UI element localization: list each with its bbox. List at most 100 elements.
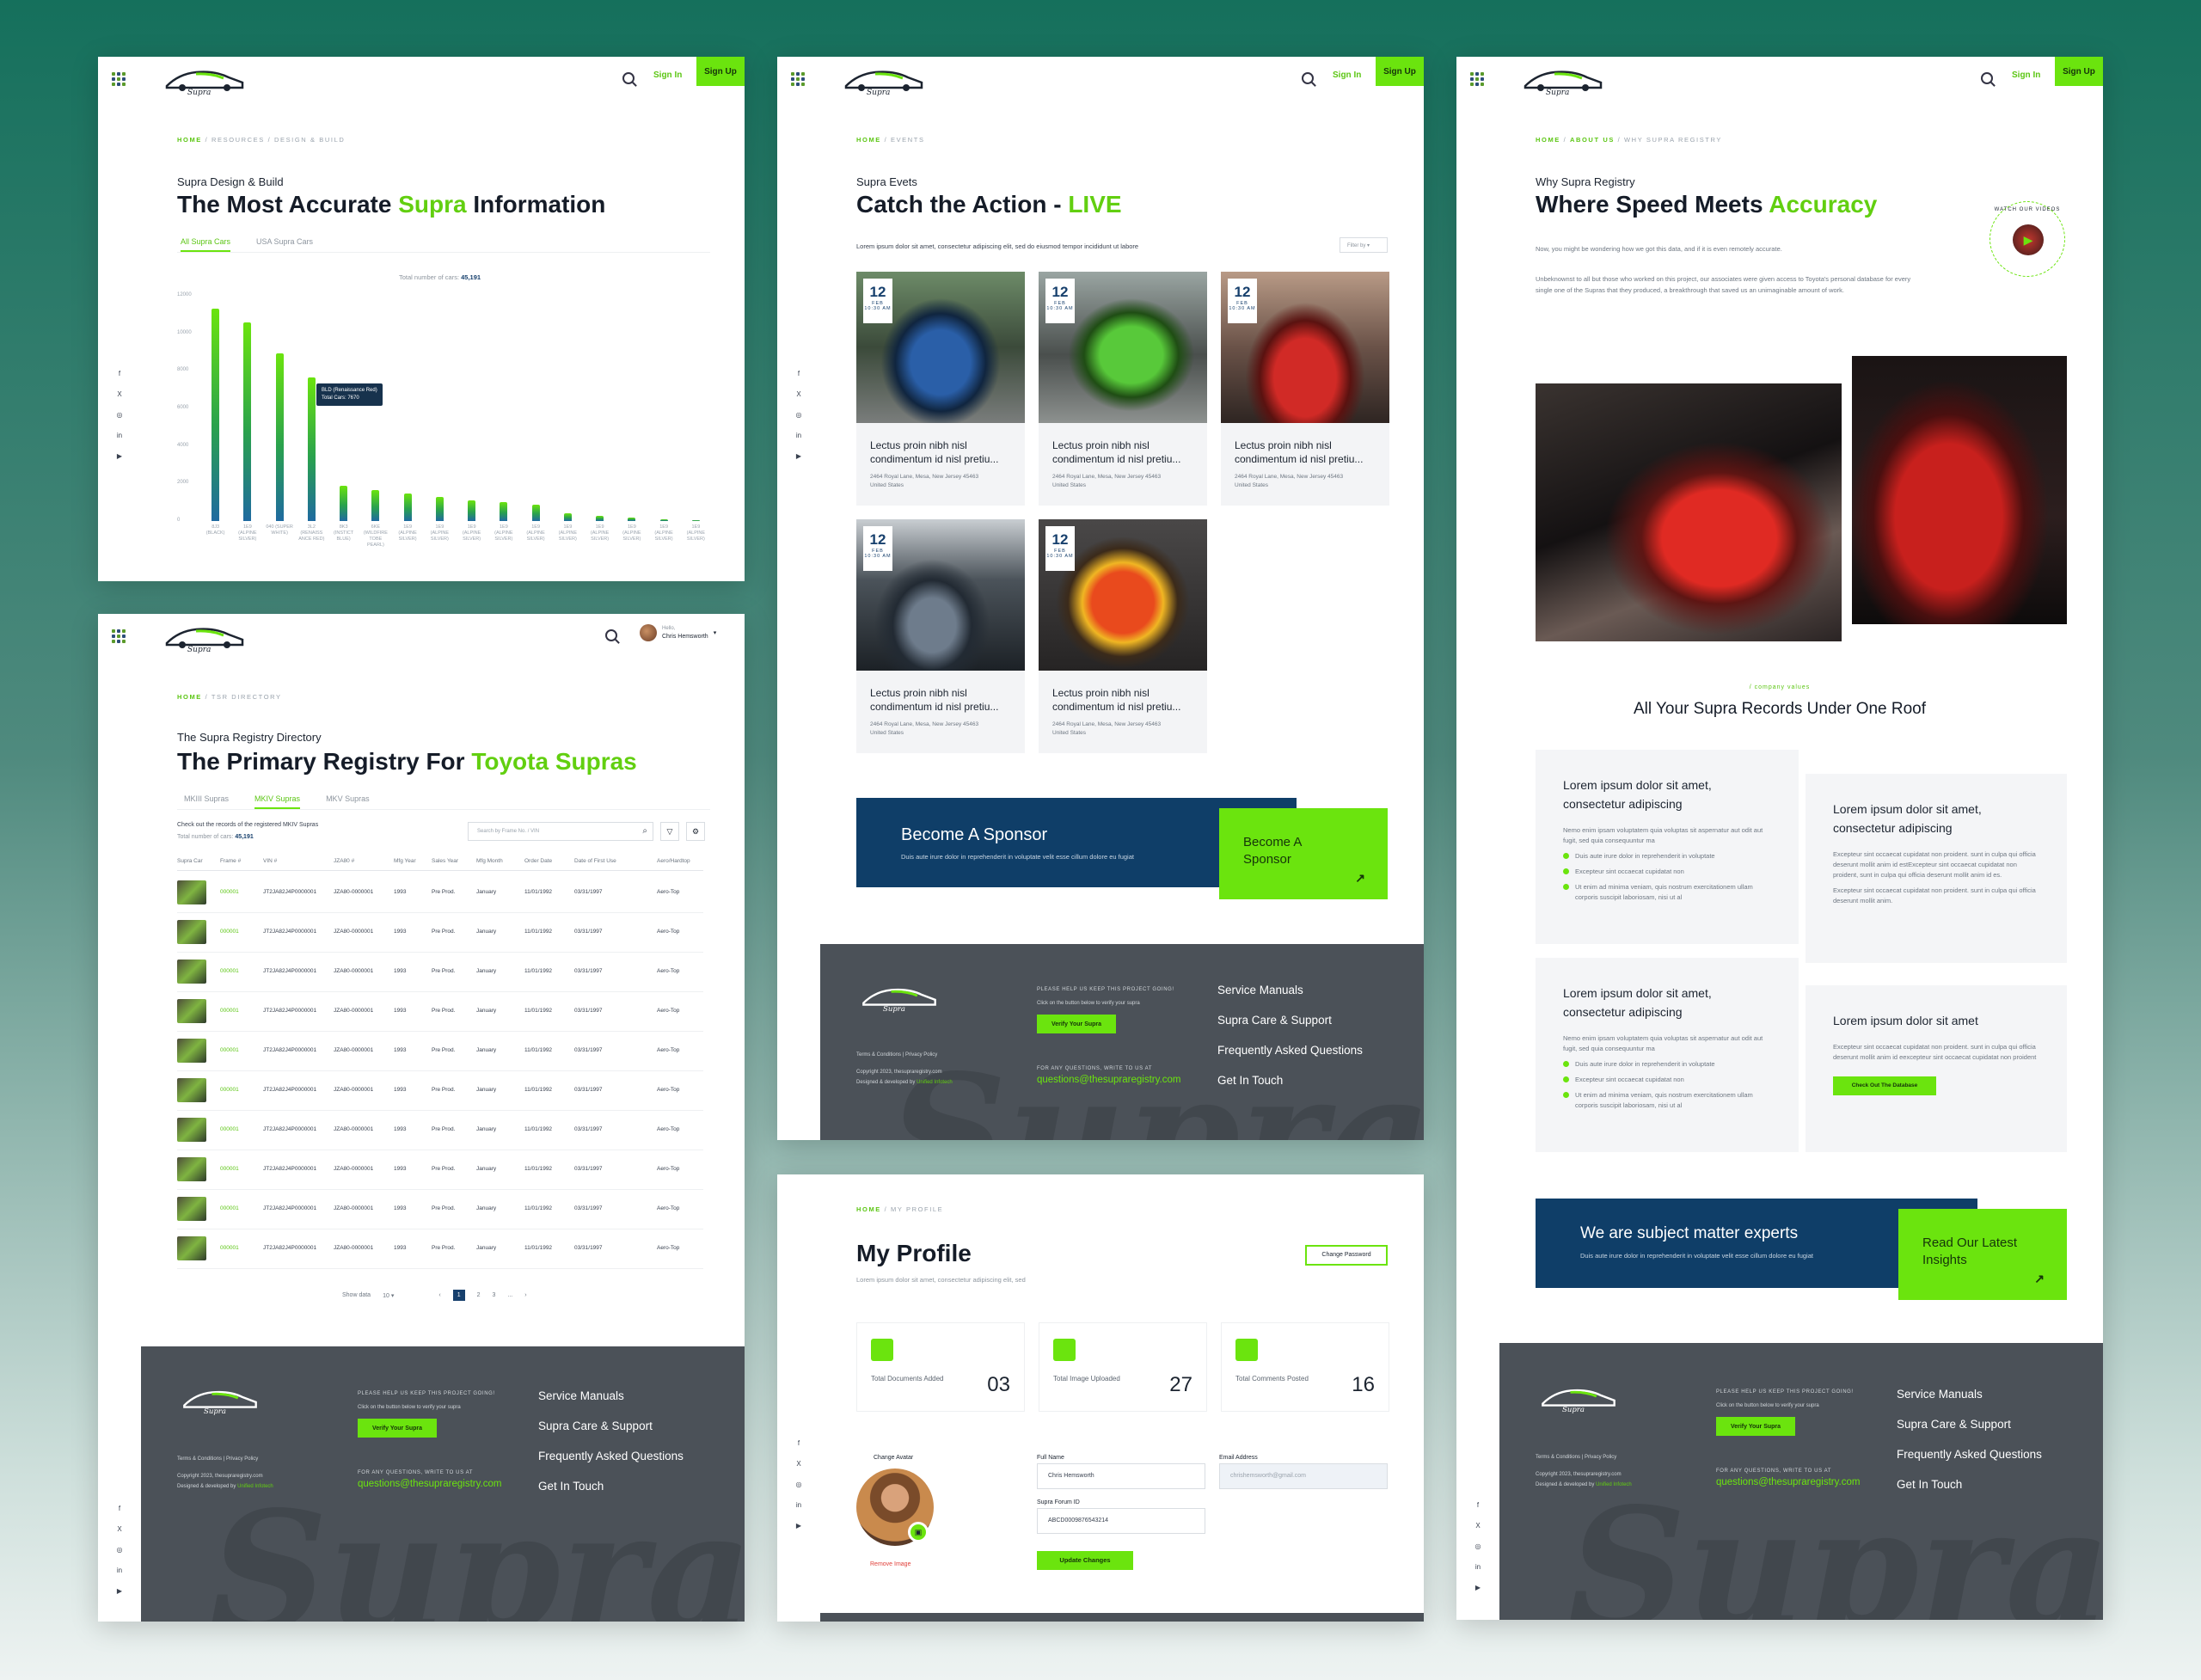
- linkedin-icon[interactable]: in: [796, 1501, 801, 1510]
- table-row[interactable]: 000001 JT2JA82J4P0000001 JZA80-0000001 1993…: [177, 1111, 703, 1150]
- chart-bar[interactable]: [596, 515, 604, 521]
- supra-registry-logo[interactable]: Supra: [841, 64, 927, 97]
- breadcrumb-resources[interactable]: RESOURCES: [212, 136, 265, 144]
- table-cell[interactable]: 000001: [220, 1008, 239, 1014]
- column-header[interactable]: Sales Year: [432, 858, 458, 864]
- sign-in-link[interactable]: Sign In: [653, 71, 682, 80]
- verify-supra-button[interactable]: Verify Your Supra: [1037, 1015, 1116, 1033]
- chart-bar[interactable]: [435, 496, 444, 521]
- footer-link[interactable]: Frequently Asked Questions: [538, 1441, 684, 1471]
- watch-videos-badge[interactable]: WATCH OUR VIDEOS ▶: [1989, 201, 2065, 277]
- supra-registry-logo[interactable]: Supra: [1520, 64, 1606, 97]
- table-cell[interactable]: 000001: [220, 929, 239, 935]
- event-title[interactable]: Lectus proin nibh nisl condimentum id ni…: [1052, 686, 1199, 714]
- table-row[interactable]: 000001 JT2JA82J4P0000001 JZA80-0000001 1993…: [177, 953, 703, 992]
- footer-link[interactable]: Get In Touch: [1897, 1469, 2042, 1499]
- footer-link[interactable]: Service Manuals: [1897, 1379, 2042, 1409]
- sign-up-button[interactable]: Sign Up: [1376, 57, 1424, 86]
- privacy-link[interactable]: Privacy Policy: [905, 1052, 937, 1058]
- chart-bar[interactable]: [212, 309, 220, 521]
- table-row[interactable]: 000001 JT2JA82J4P0000001 JZA80-0000001 1993…: [177, 992, 703, 1032]
- footer-link[interactable]: Supra Care & Support: [1217, 1005, 1363, 1035]
- search-icon[interactable]: [1302, 72, 1314, 84]
- event-card[interactable]: 12 FEB 10:30 AM Lectus proin nibh nisl cond…: [1039, 272, 1207, 506]
- facebook-icon[interactable]: f: [119, 370, 120, 378]
- user-menu[interactable]: Hello, Chris Hemsworth ▾: [640, 624, 716, 641]
- chart-bar[interactable]: [563, 512, 572, 521]
- chart-bar[interactable]: [403, 494, 412, 521]
- column-header[interactable]: VIN #: [263, 858, 277, 864]
- search-input[interactable]: Search by Frame No. / VIN ⌕: [468, 822, 653, 841]
- column-header[interactable]: Mfg Year: [394, 858, 416, 864]
- instagram-icon[interactable]: ◎: [796, 1481, 802, 1489]
- facebook-icon[interactable]: f: [119, 1505, 120, 1513]
- chart-bar[interactable]: [340, 485, 348, 521]
- breadcrumb-home[interactable]: HOME: [856, 1205, 881, 1213]
- table-cell[interactable]: 000001: [220, 1245, 239, 1251]
- tab-mkiii[interactable]: MKIII Supras: [184, 794, 229, 809]
- x-icon[interactable]: X: [796, 1460, 800, 1468]
- event-card[interactable]: 12 FEB 10:30 AM Lectus proin nibh nisl cond…: [1039, 519, 1207, 753]
- footer-link[interactable]: Service Manuals: [538, 1381, 684, 1411]
- apps-grid-icon[interactable]: [791, 72, 805, 86]
- sign-in-link[interactable]: Sign In: [1333, 71, 1361, 80]
- column-header[interactable]: Mfg Month: [476, 858, 503, 864]
- column-header[interactable]: Supra Car: [177, 858, 203, 864]
- facebook-icon[interactable]: f: [798, 1439, 800, 1448]
- column-header[interactable]: Aero/Hardtop: [657, 858, 690, 864]
- update-changes-button[interactable]: Update Changes: [1037, 1551, 1133, 1570]
- footer-link[interactable]: Get In Touch: [1217, 1065, 1363, 1095]
- linkedin-icon[interactable]: in: [117, 432, 122, 440]
- event-title[interactable]: Lectus proin nibh nisl condimentum id ni…: [1235, 438, 1381, 466]
- youtube-icon[interactable]: ▶: [796, 452, 801, 461]
- footer-link[interactable]: Service Manuals: [1217, 975, 1363, 1005]
- page-next[interactable]: ›: [524, 1292, 526, 1298]
- search-icon[interactable]: [605, 629, 617, 641]
- x-icon[interactable]: X: [117, 1525, 121, 1534]
- apps-grid-icon[interactable]: [1470, 72, 1484, 86]
- tab-usa-supra[interactable]: USA Supra Cars: [256, 237, 313, 252]
- event-title[interactable]: Lectus proin nibh nisl condimentum id ni…: [1052, 438, 1199, 466]
- youtube-icon[interactable]: ▶: [117, 452, 122, 461]
- instagram-icon[interactable]: ◎: [796, 411, 802, 420]
- apps-grid-icon[interactable]: [112, 72, 126, 86]
- table-cell[interactable]: 000001: [220, 968, 239, 974]
- table-row[interactable]: 000001 JT2JA82J4P0000001 JZA80-0000001 1993…: [177, 874, 703, 913]
- breadcrumb-home[interactable]: HOME: [177, 136, 202, 144]
- read-insights-button[interactable]: Read Our Latest Insights ↗: [1898, 1209, 2067, 1300]
- tab-all-supra[interactable]: All Supra Cars: [181, 237, 231, 252]
- table-cell[interactable]: 000001: [220, 889, 239, 895]
- designer-link[interactable]: Unified Infotech: [1596, 1482, 1632, 1487]
- column-header[interactable]: JZA80 #: [334, 858, 354, 864]
- chart-bar[interactable]: [531, 505, 540, 521]
- supra-registry-logo[interactable]: Supra: [162, 621, 248, 654]
- breadcrumb-home[interactable]: HOME: [177, 693, 202, 701]
- tab-mkv[interactable]: MKV Supras: [326, 794, 370, 809]
- page-prev[interactable]: ‹: [438, 1292, 440, 1298]
- tab-mkiv[interactable]: MKIV Supras: [254, 794, 301, 809]
- chart-bar[interactable]: [691, 519, 700, 521]
- chart-bar[interactable]: [275, 353, 284, 521]
- event-card[interactable]: 12 FEB 10:30 AM Lectus proin nibh nisl cond…: [856, 272, 1025, 506]
- verify-supra-button[interactable]: Verify Your Supra: [358, 1419, 437, 1438]
- youtube-icon[interactable]: ▶: [117, 1587, 122, 1596]
- filter-select[interactable]: Filter by ▾: [1340, 237, 1388, 253]
- column-header[interactable]: Date of First Use: [574, 858, 616, 864]
- filter-button[interactable]: ▽: [660, 822, 679, 841]
- chart-bar[interactable]: [468, 500, 476, 521]
- terms-link[interactable]: Terms & Conditions: [1536, 1455, 1580, 1460]
- instagram-icon[interactable]: ◎: [117, 411, 123, 420]
- table-cell[interactable]: 000001: [220, 1166, 239, 1172]
- search-icon[interactable]: [622, 72, 635, 84]
- privacy-link[interactable]: Privacy Policy: [226, 1456, 258, 1462]
- become-sponsor-button[interactable]: Become A Sponsor ↗: [1219, 808, 1388, 899]
- apps-grid-icon[interactable]: [112, 629, 126, 643]
- x-icon[interactable]: X: [1475, 1522, 1480, 1530]
- breadcrumb-about[interactable]: ABOUT US: [1570, 136, 1615, 144]
- chart-bar[interactable]: [307, 377, 316, 521]
- table-row[interactable]: 000001 JT2JA82J4P0000001 JZA80-0000001 1993…: [177, 1229, 703, 1269]
- table-row[interactable]: 000001 JT2JA82J4P0000001 JZA80-0000001 1993…: [177, 1071, 703, 1111]
- search-icon[interactable]: [1981, 72, 1993, 84]
- footer-link[interactable]: Get In Touch: [538, 1471, 684, 1501]
- privacy-link[interactable]: Privacy Policy: [1585, 1455, 1616, 1460]
